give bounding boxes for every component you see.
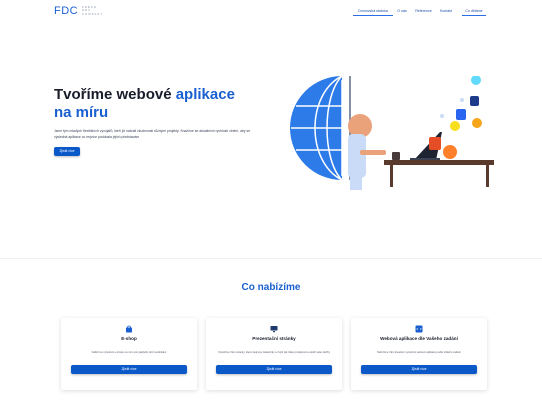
nav-item-about[interactable]: O nás [395,7,409,15]
desk-top [384,160,494,165]
js-icon [472,118,482,128]
laptop-base [410,158,440,160]
card-text: Vytvoříme Vám stránky, které zaujmou zák… [217,351,331,354]
site-header: FDC FRESH DEV COMPANY Domovská stránka O… [0,0,542,24]
hero-title-accent-line2: na míru [54,104,109,121]
coffee-mug [392,152,400,160]
decor-dot-icon [460,98,464,102]
tools-icon [443,145,457,159]
decor-dot-icon [440,114,444,118]
javascript-icon [450,121,460,131]
card-text: Nabízíme Vám kreativní vytvoření webové … [377,351,461,354]
hero-title-text: Tvoříme webové [54,86,176,103]
card-more-button[interactable]: Zjistit více [71,365,187,374]
main-nav: Domovská stránka O nás Reference Kontakt… [0,7,542,19]
css3-icon [456,109,466,120]
person-illustration [348,114,386,190]
desk-leg [486,165,489,187]
html5-icon [429,137,441,150]
monitor-icon [270,326,278,333]
card-more-button[interactable]: Zjistit více [216,365,332,374]
nav-item-contact[interactable]: Kontakt [437,7,455,15]
service-card-eshop: E-shop Nabízíme vytvoření e-shopu na mír… [61,318,197,390]
card-title: Webová aplikace dle Vašeho zadání [380,336,458,341]
card-title: Prezentační stránky [252,336,296,341]
person-body [348,134,366,178]
photoshop-icon [470,96,479,106]
globe-illustration [290,76,351,181]
developer-illustration [290,76,494,190]
tech-icons-cloud [429,76,482,159]
section-divider [0,258,542,259]
shopping-bag-icon [126,325,132,333]
card-more-button[interactable]: Zjistit více [361,365,477,374]
service-card-presentation: Prezentační stránky Vytvoříme Vám stránk… [206,318,342,390]
nav-item-what-we-do[interactable]: Co děláme [462,7,486,16]
desk-leg [390,165,393,187]
service-card-webapp: Webová aplikace dle Vašeho zadání Nabízí… [351,318,487,390]
react-icon [471,76,481,85]
services-title: Co nabízíme [241,282,301,293]
hero-cta-button[interactable]: Zjistit více [54,147,80,156]
hero-title: Tvoříme webové aplikace na míru [54,86,244,122]
card-text: Nabízíme vytvoření e-shopu na míru pro j… [91,351,167,354]
person-arm [360,150,386,155]
hero-title-accent: aplikace [175,86,235,103]
person-legs [350,176,362,190]
nav-item-references[interactable]: Reference [414,7,433,15]
nav-item-home[interactable]: Domovská stránka [353,7,393,16]
hero-description: Jsme tým mladých flexibilních vývojářů, … [54,129,251,139]
card-title: E-shop [121,336,137,341]
code-window-icon [415,325,423,333]
